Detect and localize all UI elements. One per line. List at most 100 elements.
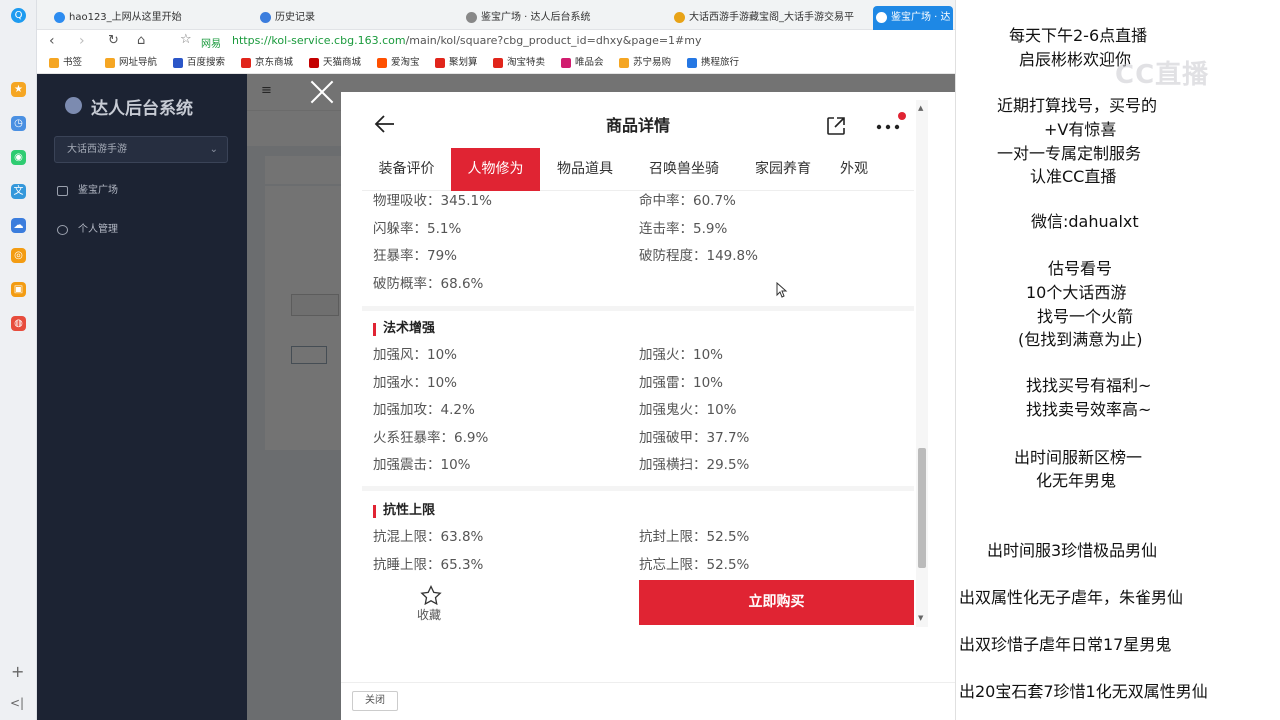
stat-label: 加强震击： <box>373 457 441 473</box>
stat-label: 抗忘上限： <box>639 557 707 573</box>
tab-5[interactable]: 外观 <box>828 148 880 191</box>
stream-text-line: 出20宝石套7珍惜1化无双属性男仙 <box>959 682 1208 701</box>
bookmark-item[interactable]: 京东商城 <box>241 56 293 70</box>
url-field[interactable]: https://kol-service.cbg.163.com/main/kol… <box>232 33 702 49</box>
sidebar-item-personal[interactable]: 个人管理 <box>57 223 118 237</box>
sidebar-item-square[interactable]: 鉴宝广场 <box>57 184 118 198</box>
browser-logo-icon[interactable]: Q <box>11 8 26 23</box>
close-button[interactable]: 关闭 <box>352 691 398 711</box>
refresh-icon[interactable]: ↻ <box>108 32 119 50</box>
stat-label: 加强火： <box>639 347 693 363</box>
bookmark-star-icon[interactable]: ☆ <box>180 32 192 47</box>
detail-header: 商品详情 <box>362 100 914 148</box>
stream-text-line: 化无年男鬼 <box>1036 471 1117 490</box>
scrollbar[interactable]: ▲ ▼ <box>916 100 928 627</box>
bookmark-icon <box>49 58 59 68</box>
sidebar-item-label: 个人管理 <box>78 224 118 235</box>
stat-item: 加强震击：10% <box>373 456 471 474</box>
cloud-icon[interactable]: ☁ <box>11 218 26 233</box>
tab-0[interactable]: 装备评价 <box>362 148 451 191</box>
stat-value: 37.7% <box>706 429 750 446</box>
bookmark-item[interactable]: 百度搜索 <box>173 56 225 70</box>
tab-4[interactable]: 家园养育 <box>738 148 828 191</box>
stat-value: 5.1% <box>427 220 462 237</box>
tab-favicon-icon <box>876 12 887 23</box>
search-icon[interactable]: ◎ <box>11 248 26 263</box>
back-nav-icon[interactable]: ‹ <box>49 32 55 50</box>
bookmark-item[interactable]: 聚划算 <box>435 56 478 70</box>
stat-item: 加强横扫：29.5% <box>639 456 749 474</box>
stream-text-line: 找号一个火箭 <box>1037 307 1134 326</box>
game-icon[interactable]: ▣ <box>11 282 26 297</box>
scroll-up-icon[interactable]: ▲ <box>918 104 923 112</box>
overlay-close-icon[interactable] <box>309 79 335 105</box>
bookmark-label: 苏宁易购 <box>633 57 672 68</box>
tab-label: 鉴宝广场 · 达人后台系统 <box>481 12 591 23</box>
browser-tab[interactable]: 鉴宝广场 · 达 <box>873 6 953 30</box>
stream-text-line: 找找买号有福利~ <box>1026 376 1152 395</box>
weibo-icon[interactable]: ◍ <box>11 316 26 331</box>
tab-2[interactable]: 物品道具 <box>540 148 630 191</box>
stat-item: 连击率：5.9% <box>639 220 727 238</box>
stat-item: 破防程度：149.8% <box>639 247 758 265</box>
more-icon[interactable] <box>876 124 902 130</box>
wechat-icon[interactable]: ◉ <box>11 150 26 165</box>
bookmark-item[interactable]: 携程旅行 <box>687 56 739 70</box>
stat-value: 52.5% <box>706 529 750 545</box>
home-icon[interactable]: ⌂ <box>137 32 145 50</box>
attributes-scroll[interactable]: 物理吸收：345.1% 命中率：60.7% 闪躲率：5.1% 连击率：5.9% 狂暴率：… <box>362 191 914 579</box>
tab-1[interactable]: 人物修为 <box>451 148 540 191</box>
add-icon[interactable]: + <box>11 662 24 681</box>
share-icon[interactable] <box>826 116 846 136</box>
bookmark-item[interactable]: 天猫商城 <box>309 56 361 70</box>
bookmark-item[interactable]: 苏宁易购 <box>619 56 671 70</box>
bookmarks-bar: 书签 网址导航 百度搜索 京东商城 天猫商城 爱淘宝 聚划算 淘宝特卖 唯品会 苏宁易购 携程旅行 <box>37 52 955 74</box>
bookmark-icon <box>619 58 629 68</box>
scroll-thumb[interactable] <box>918 448 926 568</box>
stat-label: 加强鬼火： <box>639 402 707 418</box>
tab-favicon-icon <box>54 12 65 23</box>
url-path: /main/kol/square?cbg_product_id=dhxy&pag… <box>405 34 702 47</box>
stat-label: 连击率： <box>639 220 693 237</box>
stat-value: 10% <box>440 457 471 473</box>
sidebar-item-label: 鉴宝广场 <box>78 185 118 196</box>
stat-label: 加强风： <box>373 347 427 363</box>
stat-label: 命中率： <box>639 193 693 209</box>
stream-text-line: 出双珍惜子虐年日常17星男鬼 <box>959 635 1172 654</box>
stream-text-line: (包找到满意为止) <box>1018 330 1143 349</box>
tab-label: 鉴宝广场 · 达 <box>891 12 951 23</box>
browser-tab[interactable]: hao123_上网从这里开始 <box>51 6 251 30</box>
stat-label: 抗封上限： <box>639 529 707 545</box>
game-select[interactable]: 大话西游手游 ⌄ <box>54 136 228 163</box>
bookmark-item[interactable]: 网址导航 <box>105 56 157 70</box>
bookmark-item[interactable]: 唯品会 <box>561 56 604 70</box>
browser-tab-bar: hao123_上网从这里开始 历史记录 鉴宝广场 · 达人后台系统 大话西游手游藏宝阁… <box>37 0 955 30</box>
forward-nav-icon[interactable]: › <box>79 32 85 50</box>
stat-value: 5.9% <box>693 220 728 237</box>
bookmark-label: 京东商城 <box>255 57 294 68</box>
buy-now-button[interactable]: 立即购买 <box>639 580 914 625</box>
tab-3[interactable]: 召唤兽坐骑 <box>630 148 738 191</box>
browser-tab[interactable]: 大话西游手游藏宝阁_大话手游交易平 <box>671 6 869 30</box>
stat-item: 加强破甲：37.7% <box>639 429 749 447</box>
back-arrow-icon[interactable] <box>374 114 396 134</box>
favorite-label[interactable]: 收藏 <box>417 606 441 623</box>
stat-label: 闪躲率： <box>373 220 427 237</box>
favorites-icon[interactable]: ★ <box>11 82 26 97</box>
stat-item: 加强雷：10% <box>639 374 723 392</box>
translate-icon[interactable]: 文 <box>11 184 26 199</box>
bookmark-icon <box>687 58 697 68</box>
browser-tab[interactable]: 历史记录 <box>257 6 457 30</box>
clock-icon[interactable]: ◷ <box>11 116 26 131</box>
bookmark-item[interactable]: 爱淘宝 <box>377 56 420 70</box>
bookmark-icon <box>173 58 183 68</box>
stream-text-line: 每天下午2-6点直播 <box>1009 26 1148 45</box>
star-favorite-icon[interactable] <box>420 585 442 605</box>
bookmark-item[interactable]: 淘宝特卖 <box>493 56 545 70</box>
collapse-icon[interactable]: <| <box>10 696 24 710</box>
scroll-down-icon[interactable]: ▼ <box>918 614 923 622</box>
modal-footer: 关闭 <box>341 682 955 720</box>
bookmark-item[interactable]: 书签 <box>49 56 82 70</box>
bookmark-icon <box>241 58 251 68</box>
browser-tab[interactable]: 鉴宝广场 · 达人后台系统 <box>463 6 663 30</box>
